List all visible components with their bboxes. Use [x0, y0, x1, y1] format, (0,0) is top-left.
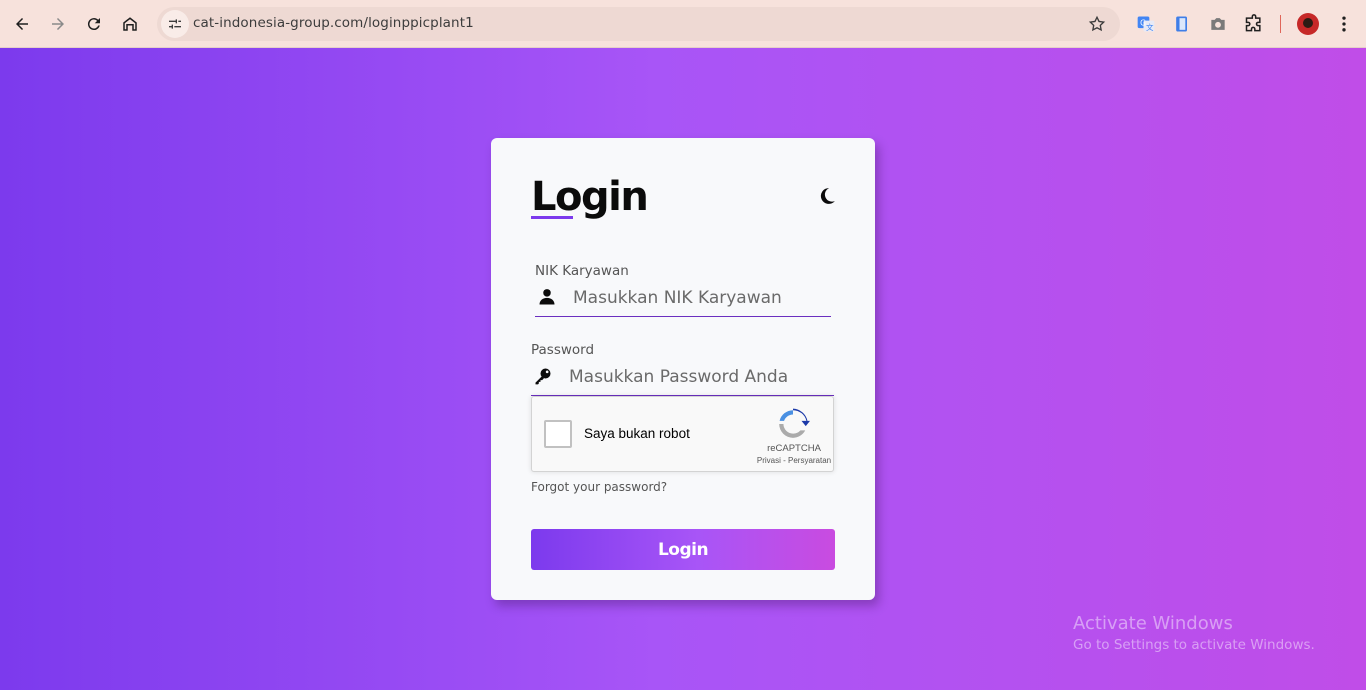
url-text[interactable]: cat-indonesia-group.com/loginppicplant1: [193, 15, 474, 31]
back-button[interactable]: [6, 8, 38, 40]
recaptcha-brand: reCAPTCHA: [767, 443, 821, 454]
profile-avatar[interactable]: [1297, 13, 1319, 35]
forgot-password-link[interactable]: Forgot your password?: [531, 480, 667, 494]
site-info-button[interactable]: [161, 10, 189, 38]
arrow-right-icon: [52, 18, 64, 30]
title-underline: [531, 216, 573, 219]
browser-toolbar: cat-indonesia-group.com/loginppicplant1 …: [0, 0, 1366, 48]
arrow-left-icon: [16, 18, 28, 30]
camera-icon[interactable]: [1206, 12, 1230, 36]
translate-extension-icon[interactable]: G 文: [1134, 12, 1158, 36]
reload-button[interactable]: [78, 8, 110, 40]
svg-text:文: 文: [1146, 22, 1154, 32]
nik-input[interactable]: [573, 281, 823, 315]
moon-icon[interactable]: [817, 186, 837, 206]
toolbar-divider: [1280, 15, 1281, 33]
login-title: Login: [531, 174, 649, 220]
reload-icon: [87, 18, 100, 31]
recaptcha-logo-icon: [779, 408, 810, 438]
home-icon: [123, 17, 137, 31]
address-bar[interactable]: cat-indonesia-group.com/loginppicplant1: [157, 7, 1120, 41]
nik-label: NIK Karyawan: [535, 263, 629, 279]
key-icon: [535, 368, 551, 385]
forward-button[interactable]: [42, 8, 74, 40]
recaptcha-links[interactable]: Privasi - Persyaratan: [738, 456, 850, 465]
windows-activation-watermark: Activate Windows Go to Settings to activ…: [1073, 613, 1315, 653]
tune-icon: [169, 19, 181, 29]
bookmark-star-icon[interactable]: [1088, 15, 1106, 33]
watermark-subtitle: Go to Settings to activate Windows.: [1073, 637, 1315, 653]
reader-extension-icon[interactable]: [1170, 12, 1194, 36]
nik-field: [535, 281, 831, 317]
user-icon: [539, 289, 555, 305]
avatar-face: [1303, 18, 1313, 28]
password-field: [531, 360, 834, 396]
recaptcha-widget: Saya bukan robot reCAPTCHA Privasi - Per…: [531, 396, 834, 472]
password-label: Password: [531, 342, 595, 358]
home-button[interactable]: [114, 8, 146, 40]
recaptcha-checkbox[interactable]: [544, 420, 572, 448]
menu-kebab-icon[interactable]: [1332, 12, 1356, 36]
login-button[interactable]: Login: [531, 529, 835, 570]
password-input[interactable]: [569, 360, 819, 394]
recaptcha-label: Saya bukan robot: [584, 426, 690, 441]
login-card: Login NIK Karyawan Password Saya bukan r…: [491, 138, 875, 600]
page-background: Login NIK Karyawan Password Saya bukan r…: [0, 48, 1366, 690]
extensions-puzzle-icon[interactable]: [1242, 12, 1266, 36]
watermark-title: Activate Windows: [1073, 613, 1233, 634]
